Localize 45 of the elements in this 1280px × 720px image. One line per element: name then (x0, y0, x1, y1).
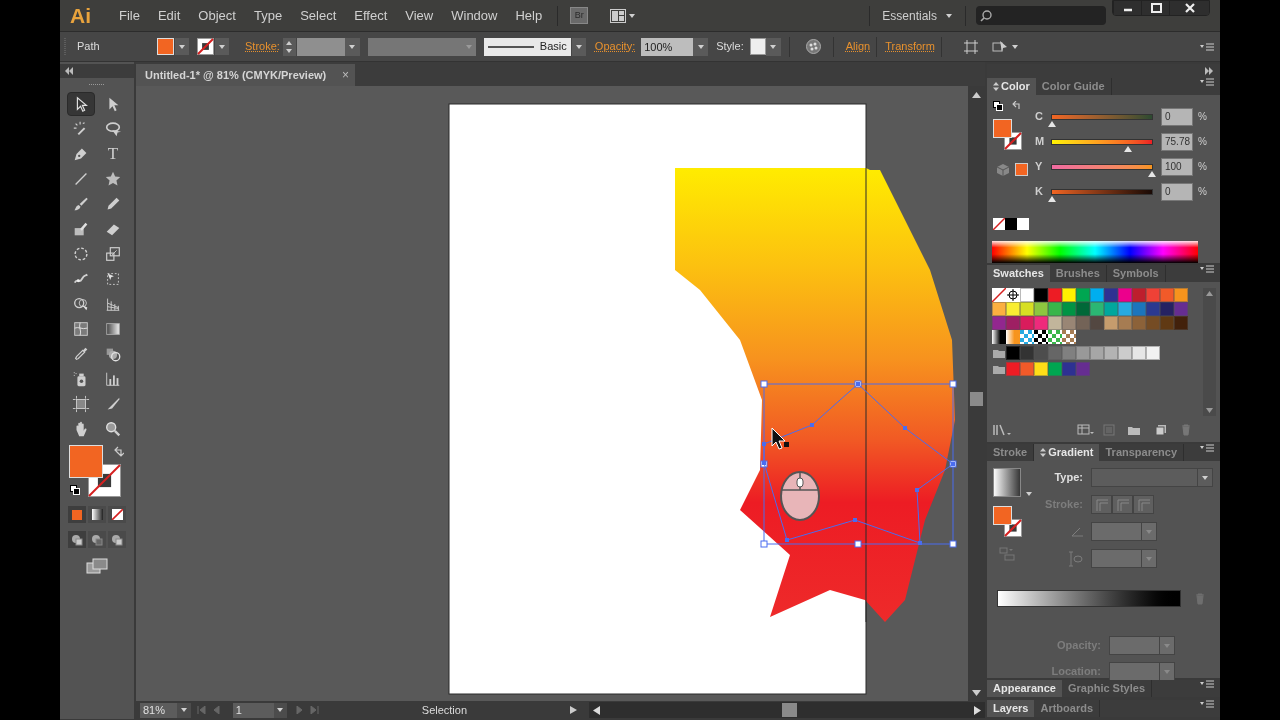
close-tab-button[interactable]: × (342, 66, 349, 84)
channel-value-field[interactable]: 0 (1161, 182, 1193, 201)
menu-item[interactable]: Effect (345, 0, 397, 32)
channel-value-field[interactable]: 75.78 (1161, 132, 1193, 151)
panel-tab[interactable]: Graphic Styles (1062, 680, 1153, 697)
tool-button[interactable]: T (99, 142, 127, 166)
artboard-field[interactable]: 1 (232, 702, 274, 718)
document-tab[interactable]: Untitled-1* @ 81% (CMYK/Preview) × (136, 64, 355, 86)
transform-link[interactable]: Transform (885, 38, 935, 55)
panel-tab[interactable]: Gradient (1034, 444, 1100, 461)
channel-label: M (1035, 134, 1046, 150)
panel-tab[interactable]: Color (987, 78, 1036, 95)
menu-item[interactable]: Type (244, 0, 292, 32)
brush-definition-field[interactable]: Basic (483, 37, 571, 56)
menu-item[interactable]: View (396, 0, 443, 32)
percent-label: % (1198, 135, 1207, 149)
channel-value-field[interactable]: 100 (1161, 157, 1193, 176)
menu-item[interactable]: Object (189, 0, 245, 32)
workspace-switcher[interactable]: Essentials (882, 4, 953, 27)
zoom-field[interactable]: 81% (140, 702, 178, 718)
stroke-link[interactable]: Stroke: (245, 38, 280, 55)
style-label: Style: (716, 39, 744, 55)
channel-value-field[interactable]: 0 (1161, 107, 1193, 126)
menu-item[interactable]: Help (506, 0, 552, 32)
field-label: Type: (1053, 470, 1083, 486)
panel-tab[interactable]: Layers (987, 700, 1035, 717)
opacity-field[interactable]: 100% (641, 37, 694, 56)
menu-item[interactable]: Window (442, 0, 507, 32)
panel-tab[interactable]: Swatches (987, 265, 1050, 282)
channel-label: K (1035, 184, 1044, 200)
align-link[interactable]: Align (845, 38, 871, 55)
current-tool-label: Selection (420, 702, 469, 718)
menu-item[interactable]: Select (291, 0, 346, 32)
panel-tab[interactable]: Appearance (987, 680, 1062, 697)
menu-item[interactable]: Edit (148, 0, 190, 32)
percent-label: % (1198, 185, 1207, 199)
opacity-link[interactable]: Opacity: (594, 38, 636, 55)
app-logo: Ai (70, 5, 91, 26)
menu-item[interactable]: File (110, 0, 149, 32)
selection-type: Path (77, 39, 101, 55)
percent-label: % (1198, 160, 1207, 174)
channel-label: Y (1035, 159, 1044, 175)
channel-label: C (1035, 109, 1044, 125)
percent-label: % (1198, 110, 1207, 124)
panel-tab[interactable]: Artboards (1034, 700, 1101, 717)
